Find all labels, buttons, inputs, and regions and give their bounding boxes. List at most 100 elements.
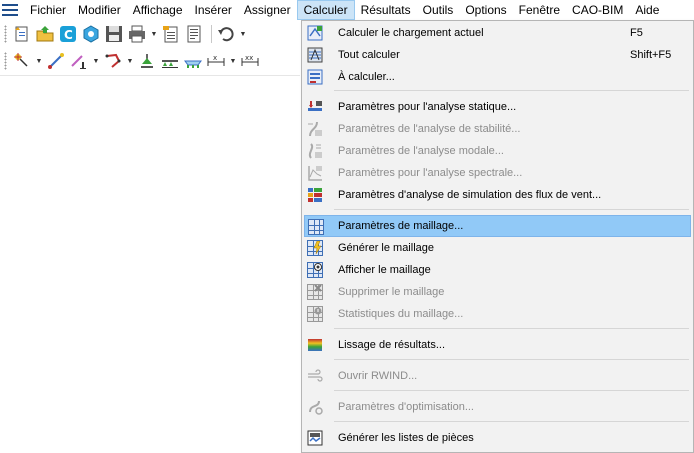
shortcut-label: F5 [630,27,643,39]
optimization-icon [307,399,323,415]
menu-resultats[interactable]: Résultats [355,0,417,20]
dlubal-center-icon[interactable]: C [58,24,78,44]
static-analysis-icon [307,99,323,115]
select-node-icon[interactable] [12,51,32,71]
chevron-down-icon[interactable]: ▼ [35,51,43,71]
menu-item-delete-mesh: Supprimer le maillage [304,281,691,303]
calculate-current-icon [307,25,323,41]
menu-item-label: Générer les listes de pièces [338,432,474,444]
menu-separator [334,359,689,360]
chevron-down-icon[interactable]: ▼ [229,51,237,71]
menu-aide[interactable]: Aide [629,0,665,20]
menu-item-label: Paramètres d'optimisation... [338,401,474,413]
parts-list-icon [307,430,323,446]
menu-item-label: À calculer... [338,71,395,83]
menu-affichage[interactable]: Affichage [127,0,189,20]
chevron-down-icon[interactable]: ▼ [150,24,158,44]
calculate-all-icon [307,47,323,63]
menu-item-label: Paramètres d'analyse de simulation des f… [338,189,602,201]
menu-item-result-smoothing[interactable]: Lissage de résultats... [304,334,691,356]
menu-modifier[interactable]: Modifier [72,0,127,20]
menu-item-calculate-all[interactable]: Tout calculer Shift+F5 [304,44,691,66]
print-icon[interactable] [127,24,147,44]
delete-mesh-icon [307,284,323,300]
chevron-down-icon[interactable]: ▼ [126,51,134,71]
menu-item-modal-analysis: Paramètres de l'analyse modale... [304,140,691,162]
svg-text:xx: xx [245,54,253,62]
menu-fenetre[interactable]: Fenêtre [513,0,566,20]
cloud-model-icon[interactable] [81,24,101,44]
menu-item-label: Paramètres pour l'analyse statique... [338,101,517,113]
line-support-icon[interactable] [160,51,180,71]
mesh-statistics-icon [307,306,323,322]
standard-toolbar: C ▼ ▼ [0,21,300,47]
calculer-dropdown-menu: Calculer le chargement actuel F5 Tout ca… [301,20,694,453]
line-dimension-icon[interactable] [69,51,89,71]
draw-line-icon[interactable] [46,51,66,71]
menu-item-spectral-analysis: Paramètres pour l'analyse spectrale... [304,162,691,184]
menu-item-label: Supprimer le maillage [338,286,445,298]
app-menu-icon[interactable] [2,3,18,17]
modal-analysis-icon [307,143,323,159]
menu-item-label: Paramètres de maillage... [338,220,464,232]
tools-toolbar: ▼ ▼ ▼ x ▼ xx [0,48,300,74]
toolbar-grip[interactable] [4,52,7,70]
menu-item-wind-simulation[interactable]: Paramètres d'analyse de simulation des f… [304,184,691,206]
show-mesh-icon [307,262,323,278]
menu-separator [334,90,689,91]
menu-separator [334,421,689,422]
undo-icon[interactable] [216,24,236,44]
menu-item-label: Lissage de résultats... [338,339,446,351]
menu-item-label: Statistiques du maillage... [338,308,464,320]
menu-item-label: Générer le maillage [338,242,434,254]
polyline-icon[interactable] [103,51,123,71]
new-model-icon[interactable] [12,24,32,44]
menu-item-label: Tout calculer [338,49,400,61]
menu-options[interactable]: Options [459,0,512,20]
menu-item-label: Paramètres de l'analyse modale... [338,145,504,157]
menu-item-mesh-settings[interactable]: Paramètres de maillage... [304,215,691,237]
menu-item-to-calculate[interactable]: À calculer... [304,66,691,88]
mesh-settings-icon [308,219,324,235]
open-rwind-icon [307,368,323,384]
report-icon[interactable] [184,24,204,44]
menu-item-mesh-statistics: Statistiques du maillage... [304,303,691,325]
menu-item-label: Afficher le maillage [338,264,431,276]
toolbar-divider [0,75,300,76]
menu-separator [334,390,689,391]
menu-bar: Fichier Modifier Affichage Insérer Assig… [0,0,694,20]
open-folder-icon[interactable] [35,24,55,44]
menu-item-calculate-current[interactable]: Calculer le chargement actuel F5 [304,22,691,44]
menu-item-open-rwind: Ouvrir RWIND... [304,365,691,387]
result-smoothing-icon [307,337,323,353]
menu-item-label: Paramètres de l'analyse de stabilité... [338,123,521,135]
dimension-x-icon[interactable]: x [206,51,226,71]
menu-calculer[interactable]: Calculer [296,0,355,20]
support-icon[interactable] [137,51,157,71]
toolbar-grip[interactable] [4,25,7,43]
menu-separator [334,328,689,329]
menu-item-parts-list[interactable]: Générer les listes de pièces [304,427,691,449]
menu-outils[interactable]: Outils [417,0,460,20]
menu-separator [334,209,689,210]
menu-item-stability-analysis: Paramètres de l'analyse de stabilité... [304,118,691,140]
save-icon[interactable] [104,24,124,44]
menu-item-generate-mesh[interactable]: Générer le maillage [304,237,691,259]
chevron-down-icon[interactable]: ▼ [92,51,100,71]
menu-cao-bim[interactable]: CAO-BIM [566,0,629,20]
spectral-analysis-icon [307,165,323,181]
undo-dropdown-chevron-icon[interactable]: ▼ [239,24,247,44]
dimension-xx-icon[interactable]: xx [240,51,260,71]
menu-item-static-analysis[interactable]: Paramètres pour l'analyse statique... [304,96,691,118]
menu-item-show-mesh[interactable]: Afficher le maillage [304,259,691,281]
stability-analysis-icon [307,121,323,137]
surface-support-icon[interactable] [183,51,203,71]
wind-simulation-icon [307,187,323,203]
menu-fichier[interactable]: Fichier [24,0,72,20]
print-report-icon[interactable] [161,24,181,44]
toolbar-separator [211,25,212,43]
menu-item-optimization: Paramètres d'optimisation... [304,396,691,418]
menu-inserer[interactable]: Insérer [189,0,238,20]
svg-text:C: C [64,28,73,42]
menu-assigner[interactable]: Assigner [238,0,297,20]
